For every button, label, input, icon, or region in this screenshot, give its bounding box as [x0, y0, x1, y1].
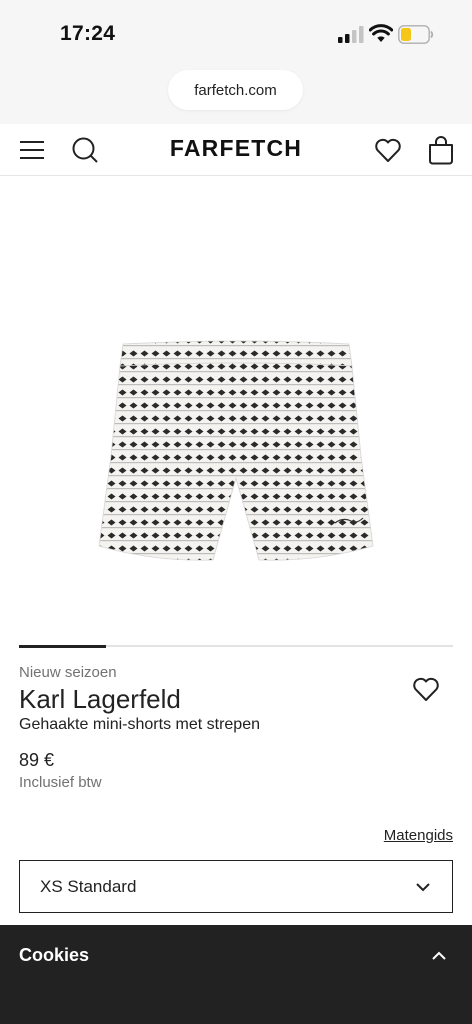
image-carousel-progress [19, 644, 453, 648]
battery-icon [398, 25, 434, 44]
wifi-icon [369, 24, 393, 42]
chevron-down-icon [416, 883, 430, 892]
status-bar: 17:24 [0, 0, 472, 68]
url-text: farfetch.com [194, 81, 277, 99]
cookie-banner[interactable]: Cookies [0, 925, 472, 1024]
status-time: 17:24 [60, 22, 116, 45]
heart-icon[interactable] [374, 136, 402, 164]
size-select[interactable]: XS Standard [19, 860, 453, 913]
farfetch-logo[interactable]: FARFETCH [136, 135, 336, 162]
product-image[interactable] [95, 336, 377, 568]
signal-icon [338, 26, 364, 43]
chevron-up-icon[interactable] [430, 949, 448, 963]
url-bar[interactable]: farfetch.com [168, 70, 303, 110]
carousel-progress-fill [19, 644, 106, 648]
product-description: Gehaakte mini-shorts met strepen [19, 716, 260, 733]
site-header: FARFETCH [0, 124, 472, 176]
cookie-title: Cookies [19, 945, 90, 965]
brand-name[interactable]: Karl Lagerfeld [19, 684, 181, 715]
size-select-value: XS Standard [40, 877, 137, 896]
vat-note: Inclusief btw [19, 774, 102, 791]
menu-icon[interactable] [19, 137, 45, 163]
product-price: 89 € [19, 750, 55, 770]
search-icon[interactable] [71, 136, 99, 164]
add-to-wishlist-heart-icon[interactable] [412, 676, 440, 702]
browser-url-area: farfetch.com [0, 68, 472, 124]
size-guide-link[interactable]: Matengids [384, 827, 453, 844]
season-label: Nieuw seizoen [19, 664, 117, 681]
bag-icon[interactable] [427, 135, 455, 165]
